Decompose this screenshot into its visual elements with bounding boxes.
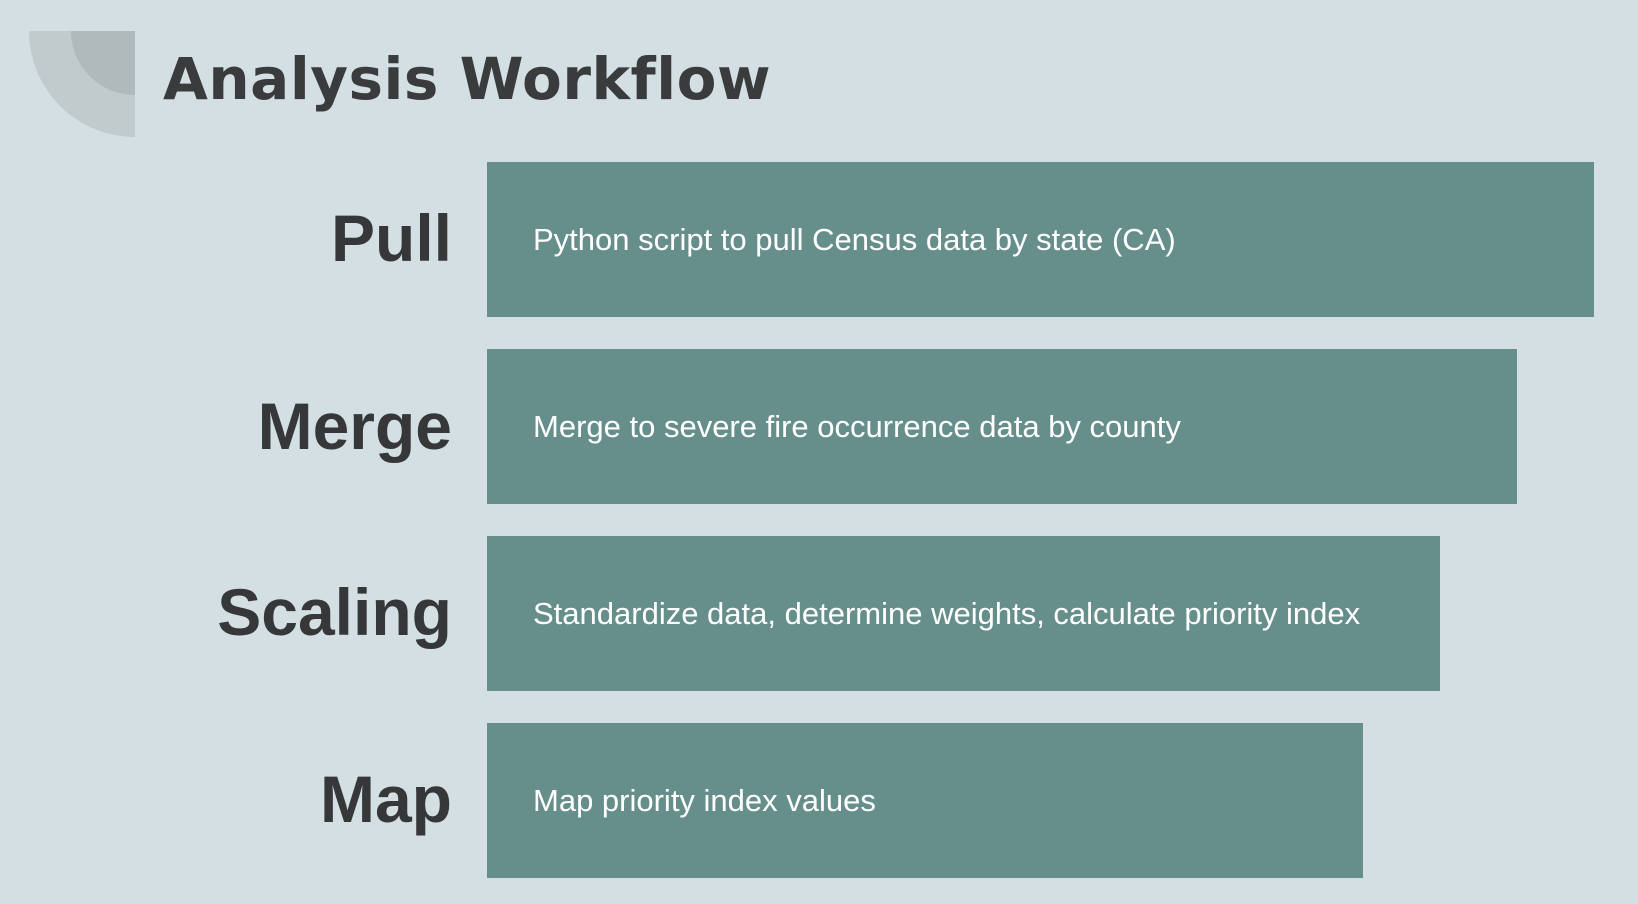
step-description-map: Map priority index values xyxy=(533,782,876,818)
corner-decoration xyxy=(29,31,135,137)
step-label-scaling: Scaling xyxy=(217,575,452,649)
page-title: Analysis Workflow xyxy=(163,45,772,113)
step-bar-map: Map priority index values xyxy=(487,723,1363,878)
step-label-map: Map xyxy=(320,762,452,836)
step-label-merge: Merge xyxy=(257,389,452,463)
step-description-scaling: Standardize data, determine weights, cal… xyxy=(533,595,1361,631)
step-bar-merge: Merge to severe fire occurrence data by … xyxy=(487,349,1517,504)
step-bar-pull: Python script to pull Census data by sta… xyxy=(487,162,1594,317)
step-description-merge: Merge to severe fire occurrence data by … xyxy=(533,408,1181,444)
step-bar-scaling: Standardize data, determine weights, cal… xyxy=(487,536,1440,691)
step-description-pull: Python script to pull Census data by sta… xyxy=(533,221,1176,257)
step-label-pull: Pull xyxy=(330,201,452,275)
